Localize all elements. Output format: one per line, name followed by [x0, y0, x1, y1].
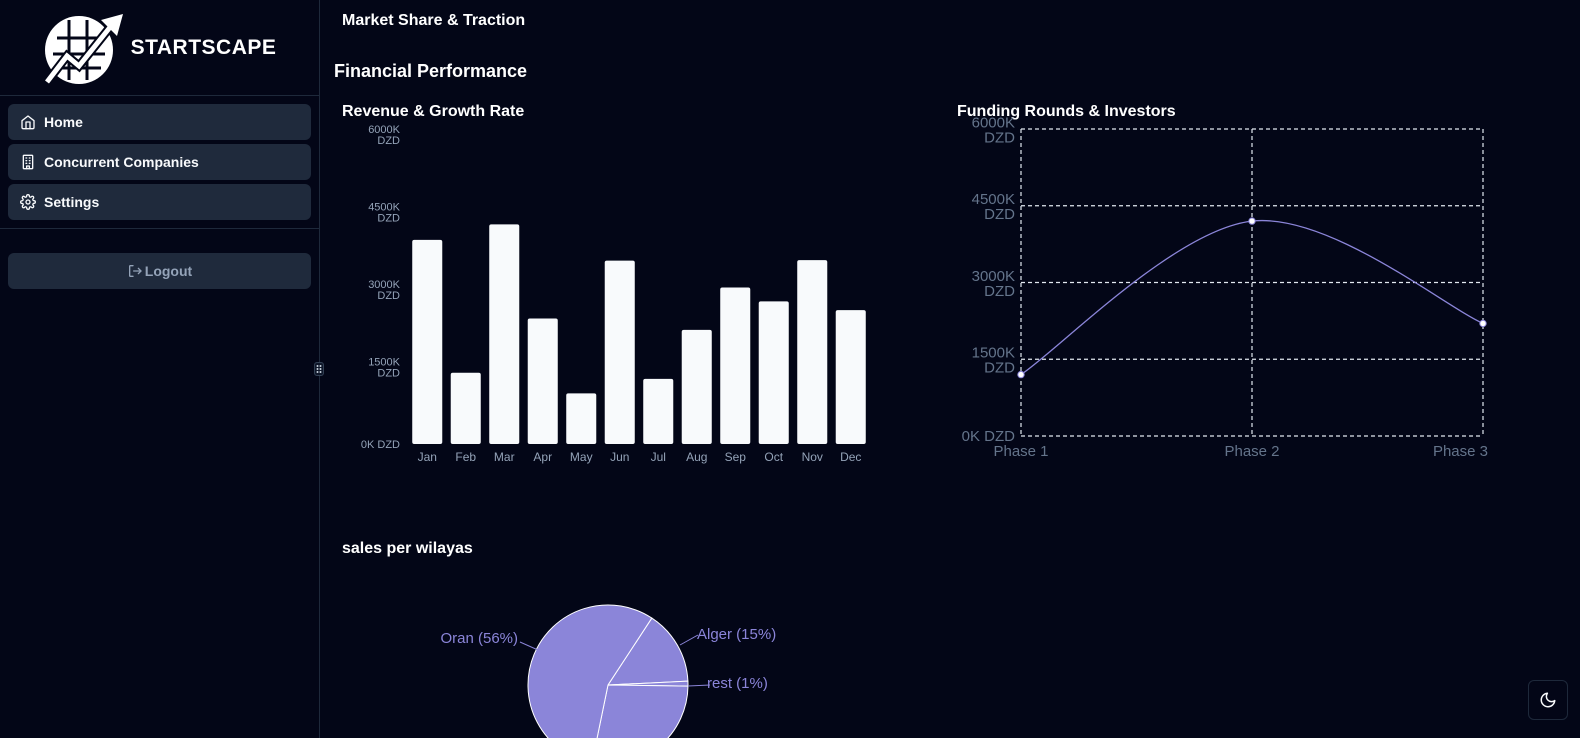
pie-label: rest (1%) [707, 675, 768, 692]
bar-jul [643, 378, 674, 444]
bar-apr [527, 318, 558, 444]
logout-icon [128, 265, 142, 277]
sales-chart-title: sales per wilayas [342, 540, 473, 557]
bar-jun [604, 260, 635, 444]
market-share-title: Market Share & Traction [342, 12, 526, 29]
y-tick-label: 3000K DZD [368, 279, 400, 302]
sales-pie-chart: Oran (56%) Alger (15%) rest (1%) [440, 604, 776, 738]
x-tick-label: Feb [455, 450, 476, 464]
bar-sep [720, 287, 751, 444]
sidebar-divider [0, 228, 319, 229]
financial-performance-title: Financial Performance [334, 61, 528, 81]
data-point-1 [1017, 370, 1025, 379]
bar-nov [797, 260, 828, 444]
moon-icon [1540, 692, 1556, 708]
sidebar-item-concurrent-companies[interactable]: Concurrent Companies [8, 144, 311, 180]
funding-line-chart: 0K DZD1500K DZD3000K DZD4500K DZD6000K DZDPh… [962, 114, 1488, 460]
y-tick-label: 4500K DZD [972, 191, 1016, 223]
theme-toggle-button[interactable] [1528, 680, 1568, 720]
main-content: Market Share & Traction Financial Perfor… [320, 0, 1580, 738]
bar-mar [489, 224, 520, 444]
x-tick-label: Mar [494, 450, 515, 464]
x-tick-label: Jul [651, 450, 666, 464]
pie-label: Oran (56%) [440, 630, 518, 647]
x-tick-label: Jun [610, 450, 629, 464]
y-tick-label: 1500K DZD [368, 357, 400, 380]
sidebar-nav: Home Concurrent Companies Settings [0, 96, 319, 220]
logout-label: Logout [144, 263, 193, 279]
bar-may [566, 393, 597, 444]
bar-aug [681, 329, 712, 444]
bar-jan [412, 239, 443, 444]
x-tick-label: Dec [840, 450, 861, 464]
data-point-2 [1248, 217, 1256, 225]
x-tick-label: Phase 2 [1224, 443, 1279, 460]
sidebar-item-label: Home [44, 114, 83, 130]
bar-feb [450, 372, 481, 444]
bar-oct [758, 301, 789, 444]
sidebar-item-label: Settings [44, 194, 100, 210]
home-icon [21, 115, 35, 130]
x-tick-label: Aug [686, 450, 707, 464]
x-tick-label: Oct [764, 450, 783, 464]
brand[interactable]: STARTSCAPE [0, 0, 319, 96]
x-tick-label: May [570, 450, 593, 464]
app-root: STARTSCAPE Home Concurrent Companies Set… [0, 0, 1580, 738]
y-tick-label: 3000K DZD [972, 268, 1016, 300]
data-point-3 [1479, 319, 1487, 328]
revenue-bar-chart: 0K DZD 1500K DZD 3000K DZD 4500K DZD 6000K DZD Ja… [361, 124, 866, 464]
y-tick-label: 6000K DZD [972, 114, 1016, 146]
gear-icon [20, 194, 36, 210]
sidebar-item-settings[interactable]: Settings [8, 184, 311, 220]
logo-icon [43, 13, 123, 84]
y-tick-label: 6000K DZD [368, 124, 400, 147]
pie-label: Alger (15%) [697, 626, 776, 643]
x-tick-label: Apr [533, 450, 552, 464]
sidebar-item-label: Concurrent Companies [44, 154, 199, 170]
x-tick-label: Nov [802, 450, 823, 464]
building-icon [22, 154, 34, 170]
y-tick-label: 1500K DZD [972, 345, 1016, 377]
pie-leader-alger [679, 634, 699, 646]
x-tick-label: Phase 1 [993, 443, 1048, 460]
pie-leader-oran [519, 641, 539, 651]
x-tick-label: Jan [418, 450, 437, 464]
x-tick-label: Phase 3 [1433, 443, 1488, 460]
bar-dec [835, 310, 866, 444]
brand-name: STARTSCAPE [130, 35, 277, 59]
sidebar: STARTSCAPE Home Concurrent Companies Set… [0, 0, 324, 738]
logout-button[interactable]: Logout [8, 253, 311, 289]
y-tick-label: 0K DZD [361, 439, 400, 451]
sidebar-item-home[interactable]: Home [8, 104, 311, 140]
x-tick-label: Sep [725, 450, 747, 464]
revenue-chart-title: Revenue & Growth Rate [342, 103, 525, 120]
y-tick-label: 4500K DZD [368, 202, 400, 225]
